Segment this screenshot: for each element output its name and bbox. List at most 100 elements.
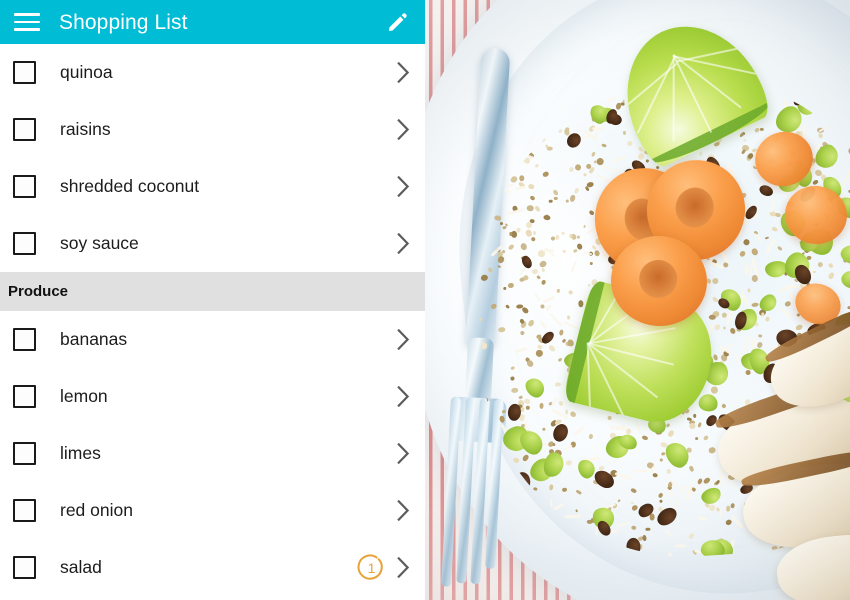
chevron-right-icon[interactable]	[395, 329, 411, 351]
quinoa-grain	[503, 171, 508, 176]
coconut-shred	[749, 264, 753, 276]
chevron-right-icon[interactable]	[395, 443, 411, 465]
quinoa-grain	[569, 166, 574, 171]
coconut-shred	[570, 261, 576, 273]
quinoa-grain	[574, 509, 577, 513]
coconut-shred	[616, 522, 630, 528]
quinoa-grain	[715, 479, 720, 485]
quinoa-grain	[533, 487, 538, 491]
quinoa-grain	[497, 265, 501, 269]
coconut-shred	[539, 321, 547, 330]
quinoa-grain	[818, 133, 823, 139]
quinoa-grain	[541, 268, 545, 272]
list-item[interactable]: limes	[0, 425, 425, 482]
quinoa-grain	[729, 327, 736, 335]
quinoa-grain	[576, 243, 583, 250]
list-item[interactable]: quinoa	[0, 44, 425, 101]
list-item-label: lemon	[60, 388, 395, 406]
chevron-right-icon[interactable]	[395, 557, 411, 579]
list-item[interactable]: soy sauce	[0, 215, 425, 272]
quinoa-grain	[525, 359, 534, 368]
quinoa-grain	[500, 526, 505, 532]
list-item[interactable]: salad 1	[0, 539, 425, 596]
quinoa-grain	[726, 519, 733, 526]
list-item[interactable]: red onion	[0, 482, 425, 539]
list-section-header: Produce	[0, 272, 425, 311]
quinoa-grain	[537, 344, 543, 349]
chevron-right-icon[interactable]	[395, 500, 411, 522]
chevron-right-icon[interactable]	[395, 62, 411, 84]
quinoa-grain	[795, 323, 803, 331]
quinoa-grain	[520, 243, 528, 251]
item-checkbox[interactable]	[13, 118, 36, 141]
quinoa-grain	[513, 457, 520, 463]
quinoa-grain	[583, 172, 587, 176]
coconut-shred	[752, 258, 759, 276]
edamame-bean	[699, 485, 723, 507]
quinoa-grain	[488, 267, 493, 273]
item-checkbox[interactable]	[13, 175, 36, 198]
quinoa-grain	[583, 225, 586, 228]
item-checkbox[interactable]	[13, 499, 36, 522]
quinoa-grain	[708, 446, 716, 454]
quinoa-grain	[646, 528, 651, 531]
quinoa-grain	[466, 114, 471, 119]
item-checkbox[interactable]	[13, 442, 36, 465]
chevron-right-icon[interactable]	[395, 386, 411, 408]
list-item[interactable]: lemon	[0, 368, 425, 425]
coconut-shred	[563, 321, 580, 330]
coconut-shred	[613, 156, 626, 164]
item-checkbox[interactable]	[13, 385, 36, 408]
list-item[interactable]: raisins	[0, 101, 425, 158]
coconut-shred	[728, 480, 734, 488]
item-checkbox[interactable]	[13, 328, 36, 351]
quinoa-grain	[617, 499, 621, 503]
quinoa-grain	[577, 236, 580, 240]
coconut-shred	[780, 308, 792, 319]
coconut-shred	[586, 228, 594, 234]
chevron-right-icon[interactable]	[395, 233, 411, 255]
list-item-label: red onion	[60, 502, 395, 520]
quinoa-grain	[554, 197, 558, 200]
quinoa-grain	[569, 411, 576, 418]
quinoa-grain	[507, 282, 514, 288]
quinoa-grain	[688, 532, 695, 540]
quinoa-grain	[695, 437, 699, 440]
quinoa-grain	[697, 422, 702, 427]
quinoa-grain	[541, 171, 549, 178]
coconut-shred	[550, 499, 553, 514]
quinoa-grain	[739, 250, 747, 258]
quinoa-grain	[751, 248, 759, 257]
list-item-label: bananas	[60, 331, 395, 349]
quantity-badge[interactable]: 1	[357, 553, 386, 582]
list-item[interactable]: bananas	[0, 311, 425, 368]
item-checkbox[interactable]	[13, 61, 36, 84]
item-checkbox[interactable]	[13, 232, 36, 255]
quinoa-grain	[828, 263, 834, 269]
quinoa-grain	[503, 287, 506, 291]
quinoa-grain	[699, 152, 703, 157]
quinoa-grain	[630, 502, 634, 505]
coconut-shred	[515, 347, 528, 353]
pencil-edit-icon[interactable]	[385, 10, 409, 34]
quinoa-grain	[713, 323, 721, 331]
hamburger-menu-icon[interactable]	[14, 12, 40, 32]
quinoa-grain	[511, 387, 518, 393]
chevron-right-icon[interactable]	[395, 119, 411, 141]
quinoa-grain	[709, 505, 715, 511]
quinoa-grain	[570, 195, 577, 203]
coconut-shred	[841, 169, 850, 186]
chevron-right-icon[interactable]	[395, 176, 411, 198]
coconut-shred	[730, 515, 744, 529]
coconut-shred	[564, 515, 581, 519]
quinoa-grain	[523, 398, 531, 405]
coconut-shred	[698, 516, 708, 520]
quinoa-grain	[591, 151, 596, 157]
hamburger-bar	[14, 13, 40, 16]
quinoa-grain	[828, 272, 835, 280]
coconut-shred	[636, 422, 641, 432]
item-checkbox[interactable]	[13, 556, 36, 579]
list-item[interactable]: shredded coconut	[0, 158, 425, 215]
lime-segment	[673, 55, 712, 133]
quinoa-grain	[483, 174, 489, 181]
